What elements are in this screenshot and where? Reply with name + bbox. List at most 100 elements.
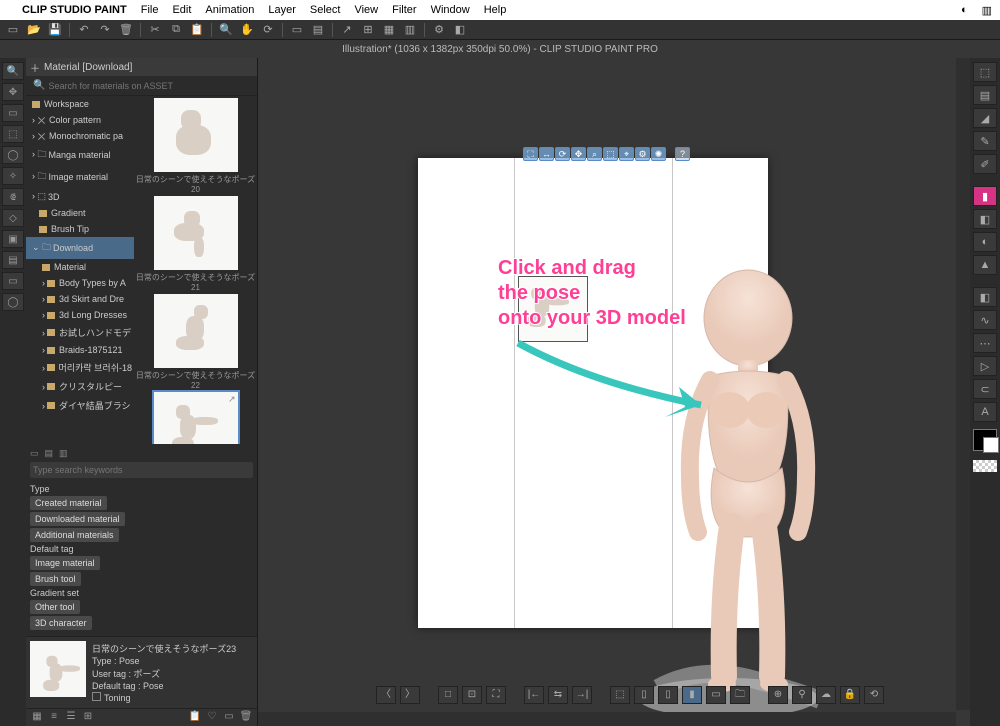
tool-ruler-icon[interactable]: ▤ <box>2 251 24 269</box>
toolbar-copy-icon[interactable]: ⧉ <box>167 22 185 38</box>
three-d-navigate-icon[interactable]: ✥ <box>571 147 586 161</box>
three-d-gear-icon[interactable]: ⚙ <box>635 147 650 161</box>
toolbar-hand-icon[interactable]: ✋ <box>238 22 256 38</box>
right-fill-icon[interactable]: ◐ <box>973 232 997 252</box>
three-d-rotate-icon[interactable]: ⟳ <box>555 147 570 161</box>
toolbar-open-icon[interactable]: 📂 <box>25 22 43 38</box>
cloud-icon[interactable]: ☁ <box>816 686 836 704</box>
material-tree[interactable]: Workspace › Color pattern › Monochromati… <box>26 96 134 444</box>
reset-icon[interactable]: ⟲ <box>864 686 884 704</box>
tool-wand-icon[interactable]: ✧ <box>2 167 24 185</box>
toolbar-save-icon[interactable]: 💾 <box>46 22 64 38</box>
tree-hand[interactable]: › お試しハンドモデ <box>26 323 134 342</box>
toolbar-pref-icon[interactable]: ◧ <box>451 22 469 38</box>
right-selected-color-icon[interactable]: ▮ <box>973 186 997 206</box>
toolbar-path-icon[interactable]: ↗ <box>338 22 356 38</box>
three-d-anchor-icon[interactable]: ⌖ <box>619 147 634 161</box>
tree-hairbrush[interactable]: › 머리카락 브러쉬-18 <box>26 358 134 377</box>
pose-item-23[interactable]: ↗日常のシーンで使えそうなポーズ23 <box>134 392 257 444</box>
right-blend-icon[interactable]: ∿ <box>973 310 997 330</box>
tool-lasso-icon[interactable]: ◯ <box>2 146 24 164</box>
register-icon[interactable]: ⬚ <box>610 686 630 704</box>
toolbar-undo-icon[interactable]: ↶ <box>75 22 93 38</box>
tool-shape-icon[interactable]: ◇ <box>2 209 24 227</box>
material-panel-header[interactable]: ＋ Material [Download] <box>26 58 257 76</box>
tool-zoom-icon[interactable]: 🔍 <box>2 62 24 80</box>
tree-workspace[interactable]: Workspace <box>26 96 134 112</box>
color-swatch[interactable] <box>973 429 997 451</box>
three-d-camera-icon[interactable]: ⛶ <box>523 147 538 161</box>
pose-item-22[interactable]: 日常のシーンで使えそうなポーズ22 <box>134 294 257 390</box>
toolbar-ruler-icon[interactable]: ▦ <box>380 22 398 38</box>
right-shape2-icon[interactable]: ▷ <box>973 356 997 376</box>
right-bucket-icon[interactable]: ▲ <box>973 255 997 275</box>
menu-help[interactable]: Help <box>484 4 507 16</box>
pose-item-21[interactable]: 日常のシーンで使えそうなポーズ21 <box>134 196 257 292</box>
toolbar-new-icon[interactable]: ▭ <box>4 22 22 38</box>
menu-file[interactable]: File <box>141 4 159 16</box>
scale-icon[interactable]: ⊕ <box>768 686 788 704</box>
right-text-icon[interactable]: A <box>973 402 997 422</box>
view-large-icon[interactable]: ⊞ <box>81 711 95 725</box>
chip-3d-character[interactable]: 3D character <box>30 616 92 630</box>
tag-icon[interactable]: ▭ <box>222 711 236 725</box>
next-arrow-icon[interactable]: 〉 <box>400 686 420 704</box>
view-detail-icon[interactable]: ☰ <box>64 711 78 725</box>
menu-select[interactable]: Select <box>310 4 341 16</box>
vertical-scrollbar[interactable] <box>956 58 970 710</box>
floor-icon[interactable]: □ <box>438 686 458 704</box>
tree-diamond[interactable]: › ダイヤ結晶ブラシ <box>26 396 134 415</box>
camera-icon[interactable]: ⛶ <box>486 686 506 704</box>
tool-misc-icon[interactable]: ▭ <box>2 272 24 290</box>
right-airbrush-icon[interactable]: ◢ <box>973 108 997 128</box>
toolbar-rect-icon[interactable]: ▭ <box>288 22 306 38</box>
chip-other-tool[interactable]: Other tool <box>30 600 80 614</box>
right-gradient-icon[interactable]: ◧ <box>973 209 997 229</box>
menu-filter[interactable]: Filter <box>392 4 416 16</box>
tool-operation-icon[interactable]: ▭ <box>2 104 24 122</box>
view-list-icon[interactable]: ≡ <box>47 711 61 725</box>
three-d-box-icon[interactable]: ⬚ <box>603 147 618 161</box>
pose-item-20[interactable]: 日常のシーンで使えそうなポーズ20 <box>134 98 257 194</box>
folder-icon[interactable]: 🗀 <box>730 686 750 704</box>
toolbar-redo-icon[interactable]: ↷ <box>96 22 114 38</box>
tool-move-icon[interactable]: ✥ <box>2 83 24 101</box>
tree-image[interactable]: › 🗀 Image material <box>26 166 134 188</box>
tree-manga[interactable]: › 🗀 Manga material <box>26 144 134 166</box>
right-lasso-icon[interactable]: ⊂ <box>973 379 997 399</box>
tool-marquee-icon[interactable]: ⬚ <box>2 125 24 143</box>
parts-icon[interactable]: ▯ <box>658 686 678 704</box>
right-pencil-icon[interactable]: ✐ <box>973 154 997 174</box>
tree-monochromatic[interactable]: › Monochromatic pa <box>26 128 134 144</box>
chip-additional[interactable]: Additional materials <box>30 528 119 542</box>
view-thumb-icon[interactable]: ▦ <box>30 711 44 725</box>
tool-eyedropper-icon[interactable]: ⟃ <box>2 188 24 206</box>
tree-brush-tip[interactable]: Brush Tip <box>26 221 134 237</box>
paste-icon[interactable]: 📋 <box>188 711 202 725</box>
tool-balloon-icon[interactable]: ◯ <box>2 293 24 311</box>
toolbar-delete-icon[interactable]: 🗑 <box>117 22 135 38</box>
toolbar-cut-icon[interactable]: ✂ <box>146 22 164 38</box>
menu-view[interactable]: View <box>354 4 378 16</box>
toolbar-grid-icon[interactable]: ⊞ <box>359 22 377 38</box>
selected-tool-icon[interactable]: ▮ <box>682 686 702 704</box>
toolbar-assist-icon[interactable]: ⚙ <box>430 22 448 38</box>
tree-body-types[interactable]: › Body Types by A <box>26 275 134 291</box>
toolbar-rotate-icon[interactable]: ⟳ <box>259 22 277 38</box>
three-d-move-icon[interactable]: ↔ <box>539 147 554 161</box>
three-d-help-icon[interactable]: ? <box>675 147 690 161</box>
chip-image-material[interactable]: Image material <box>30 556 100 570</box>
tool-frame-icon[interactable]: ▣ <box>2 230 24 248</box>
tree-color-pattern[interactable]: › Color pattern <box>26 112 134 128</box>
canvas-area[interactable]: ⛶ ↔ ⟳ ✥ ⌕ ⬚ ⌖ ⚙ ✺ ? Click and drag the p… <box>258 58 970 726</box>
chip-created[interactable]: Created material <box>30 496 107 510</box>
three-d-light-icon[interactable]: ✺ <box>651 147 666 161</box>
toolbar-zoom-icon[interactable]: 🔍 <box>217 22 235 38</box>
toolbar-snap-icon[interactable]: ▥ <box>401 22 419 38</box>
tree-download[interactable]: ⌄ 🗀 Download <box>26 237 134 259</box>
tree-gradient[interactable]: Gradient <box>26 205 134 221</box>
horizontal-scrollbar[interactable] <box>258 712 956 726</box>
toolbar-text-icon[interactable]: ▤ <box>309 22 327 38</box>
tree-braids[interactable]: › Braids-1875121 <box>26 342 134 358</box>
pose-prev-icon[interactable]: |← <box>524 686 544 704</box>
